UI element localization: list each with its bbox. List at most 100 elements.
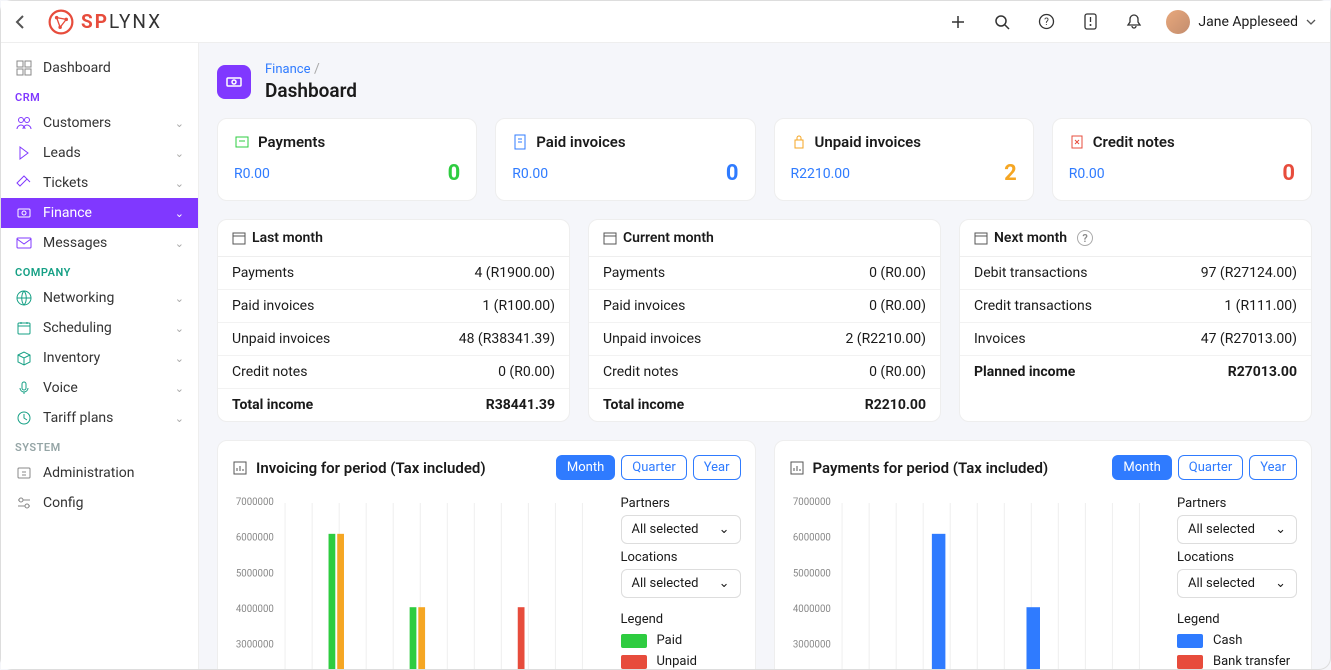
user-menu[interactable]: Jane Appleseed [1166, 10, 1316, 34]
period-quarter-button[interactable]: Quarter [621, 455, 686, 480]
period-quarter-button[interactable]: Quarter [1178, 455, 1243, 480]
kpi-row: Payments R0.000 Paid invoices R0.000 Unp… [217, 118, 1312, 201]
period-month-button[interactable]: Month [1112, 455, 1171, 480]
unpaid-invoices-icon [791, 134, 807, 150]
svg-text:3000000: 3000000 [236, 640, 274, 651]
table-row: Unpaid invoices2 (R2210.00) [589, 323, 940, 356]
table-row-total: Total incomeR38441.39 [218, 389, 569, 421]
chevron-down-icon [1306, 19, 1316, 25]
finance-icon [217, 65, 251, 99]
dashboard-icon [15, 60, 33, 76]
card-payments-chart: Payments for period (Tax included) Month… [774, 440, 1313, 669]
sidebar-section-company: COMPANY [1, 258, 198, 283]
sidebar-item-config[interactable]: Config [1, 488, 198, 518]
kpi-payments: Payments R0.000 [217, 118, 477, 201]
sidebar-item-messages[interactable]: Messages⌄ [1, 228, 198, 258]
table-row: Unpaid invoices48 (R38341.39) [218, 323, 569, 356]
period-year-button[interactable]: Year [693, 455, 741, 480]
card-last-month: Last month Payments4 (R1900.00) Paid inv… [217, 219, 570, 422]
messages-icon [15, 235, 33, 251]
table-row: Debit transactions97 (R27124.00) [960, 257, 1311, 290]
sidebar-section-system: SYSTEM [1, 433, 198, 458]
chevron-down-icon: ⌄ [175, 177, 184, 190]
chevron-down-icon: ⌄ [719, 522, 730, 537]
period-year-button[interactable]: Year [1249, 455, 1297, 480]
invoicing-chart: 70000006000000500000040000003000000 [232, 490, 609, 669]
svg-text:5000000: 5000000 [236, 568, 274, 579]
chevron-down-icon: ⌄ [175, 117, 184, 130]
chevron-down-icon: ⌄ [1275, 522, 1286, 537]
card-next-month: Next month? Debit transactions97 (R27124… [959, 219, 1312, 422]
table-row: Paid invoices1 (R100.00) [218, 290, 569, 323]
calendar-icon [232, 231, 246, 245]
table-row-total: Total incomeR2210.00 [589, 389, 940, 421]
chevron-down-icon: ⌄ [175, 382, 184, 395]
sidebar-item-networking[interactable]: Networking⌄ [1, 283, 198, 313]
sidebar-item-scheduling[interactable]: Scheduling⌄ [1, 313, 198, 343]
inventory-icon [15, 350, 33, 366]
calendar-icon [974, 231, 988, 245]
locations-select[interactable]: All selected⌄ [621, 569, 741, 598]
sidebar-item-dashboard[interactable]: Dashboard [1, 53, 198, 83]
table-row: Credit notes0 (R0.00) [589, 356, 940, 389]
table-row: Invoices47 (R27013.00) [960, 323, 1311, 356]
svg-text:4000000: 4000000 [792, 604, 830, 615]
table-row-total: Planned incomeR27013.00 [960, 356, 1311, 388]
leads-icon [15, 145, 33, 161]
period-month-button[interactable]: Month [556, 455, 615, 480]
bell-icon[interactable] [1118, 6, 1150, 38]
svg-text:7000000: 7000000 [236, 497, 274, 508]
sidebar-item-tariff[interactable]: Tariff plans⌄ [1, 403, 198, 433]
credit-notes-icon [1069, 134, 1085, 150]
chevron-down-icon: ⌄ [719, 576, 730, 591]
partners-select[interactable]: All selected⌄ [1177, 515, 1297, 544]
sidebar-item-tickets[interactable]: Tickets⌄ [1, 168, 198, 198]
payments-chart: 70000006000000500000040000003000000 [789, 490, 1166, 669]
info-icon[interactable]: ? [1077, 230, 1093, 246]
search-icon[interactable] [986, 6, 1018, 38]
chevron-down-icon: ⌄ [175, 237, 184, 250]
user-name: Jane Appleseed [1198, 14, 1298, 30]
sidebar-item-leads[interactable]: Leads⌄ [1, 138, 198, 168]
svg-text:6000000: 6000000 [792, 533, 830, 544]
avatar [1166, 10, 1190, 34]
legend-item: Unpaid [621, 654, 741, 669]
svg-text:7000000: 7000000 [792, 497, 830, 508]
sidebar-item-finance[interactable]: Finance⌄ [1, 198, 198, 228]
partners-select[interactable]: All selected⌄ [621, 515, 741, 544]
logo-icon [47, 8, 75, 36]
table-row: Payments4 (R1900.00) [218, 257, 569, 290]
sidebar-item-customers[interactable]: Customers⌄ [1, 108, 198, 138]
back-button[interactable] [15, 14, 35, 30]
networking-icon [15, 290, 33, 306]
table-row: Payments0 (R0.00) [589, 257, 940, 290]
sidebar-section-crm: CRM [1, 83, 198, 108]
chevron-down-icon: ⌄ [175, 352, 184, 365]
breadcrumb-link[interactable]: Finance [265, 62, 310, 77]
chart-row: Invoicing for period (Tax included) Mont… [217, 440, 1312, 669]
calendar-icon [15, 320, 33, 336]
logo: SPLYNX [47, 8, 162, 36]
kpi-paid-invoices: Paid invoices R0.000 [495, 118, 755, 201]
chart-side-panel: Partners All selected⌄ Locations All sel… [1177, 490, 1297, 669]
card-invoicing-chart: Invoicing for period (Tax included) Mont… [217, 440, 756, 669]
table-row: Credit transactions1 (R111.00) [960, 290, 1311, 323]
add-icon[interactable] [942, 6, 974, 38]
sidebar-item-administration[interactable]: Administration [1, 458, 198, 488]
sidebar-item-inventory[interactable]: Inventory⌄ [1, 343, 198, 373]
chart-icon [789, 460, 805, 476]
kpi-unpaid-invoices: Unpaid invoices R2210.002 [774, 118, 1034, 201]
card-current-month: Current month Payments0 (R0.00) Paid inv… [588, 219, 941, 422]
kpi-credit-notes: Credit notes R0.000 [1052, 118, 1312, 201]
month-row: Last month Payments4 (R1900.00) Paid inv… [217, 219, 1312, 422]
svg-text:4000000: 4000000 [236, 604, 274, 615]
calendar-icon [603, 231, 617, 245]
docs-icon[interactable] [1074, 6, 1106, 38]
breadcrumb-sep: / [314, 61, 320, 77]
chart-side-panel: Partners All selected⌄ Locations All sel… [621, 490, 741, 669]
finance-icon [15, 205, 33, 221]
help-icon[interactable]: ? [1030, 6, 1062, 38]
mic B voice-icon [15, 380, 33, 396]
locations-select[interactable]: All selected⌄ [1177, 569, 1297, 598]
sidebar-item-voice[interactable]: Voice⌄ [1, 373, 198, 403]
